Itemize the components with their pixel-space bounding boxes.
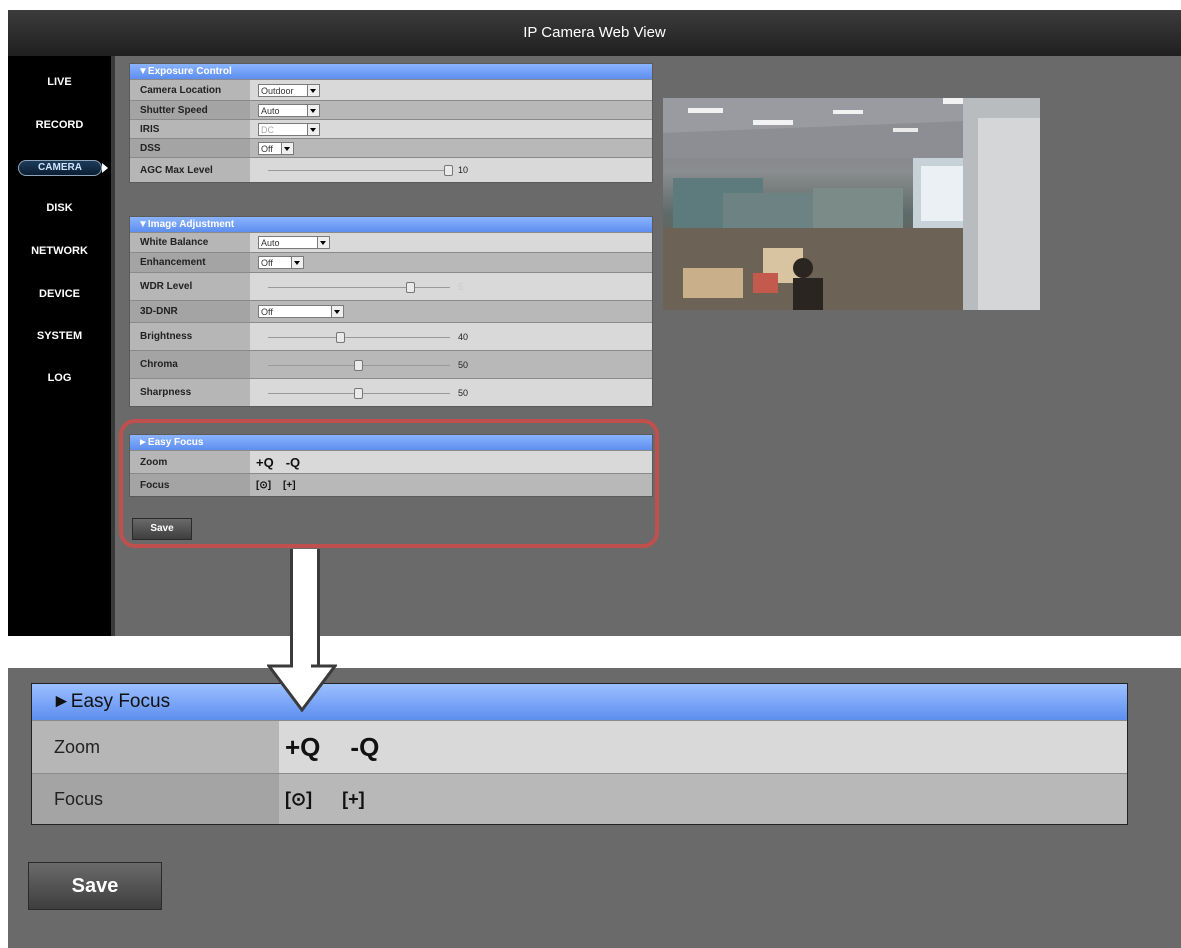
sharpness-value: 50 bbox=[458, 387, 469, 398]
sharpness-row: Sharpness 50 bbox=[130, 378, 652, 406]
3d-dnr-label: 3D-DNR bbox=[130, 301, 250, 322]
zoomed-focus-row: Focus [⊙] [+] bbox=[32, 773, 1127, 824]
exposure-control-panel: ▼Exposure Control Camera Location Outdoo… bbox=[129, 63, 653, 183]
exposure-control-header[interactable]: ▼Exposure Control bbox=[130, 64, 652, 79]
camera-location-label: Camera Location bbox=[130, 80, 250, 100]
iris-select: DC bbox=[258, 122, 320, 136]
brightness-slider-thumb[interactable] bbox=[336, 331, 345, 343]
sidebar-item-log[interactable]: LOG bbox=[8, 372, 111, 384]
dss-label: DSS bbox=[130, 139, 250, 157]
chevron-down-icon bbox=[307, 123, 319, 135]
camera-preview bbox=[663, 98, 1040, 310]
sidebar-item-network[interactable]: NETWORK bbox=[8, 245, 111, 257]
3d-dnr-row: 3D-DNR Off bbox=[130, 300, 652, 322]
sidebar-item-live[interactable]: LIVE bbox=[8, 76, 111, 88]
agc-slider[interactable] bbox=[268, 165, 453, 176]
brightness-row: Brightness 40 bbox=[130, 322, 652, 350]
sharpness-label: Sharpness bbox=[130, 379, 250, 406]
sharpness-slider[interactable] bbox=[268, 387, 450, 399]
wdr-slider-thumb bbox=[406, 281, 415, 293]
dss-row: DSS Off bbox=[130, 138, 652, 157]
white-balance-label: White Balance bbox=[130, 233, 250, 252]
sidebar-item-system[interactable]: SYSTEM bbox=[8, 330, 111, 342]
sidebar-divider bbox=[111, 56, 115, 636]
chroma-slider-thumb[interactable] bbox=[354, 359, 363, 371]
zoomed-focus-auto-icon[interactable]: [⊙] bbox=[285, 789, 312, 810]
enhancement-label: Enhancement bbox=[130, 253, 250, 272]
chevron-down-icon bbox=[291, 257, 303, 268]
chevron-down-icon bbox=[307, 84, 319, 96]
zoomed-window: ►Easy Focus Zoom +Q -Q Focus [⊙] [+] Sav… bbox=[8, 668, 1181, 948]
zoomed-zoom-label: Zoom bbox=[32, 721, 279, 773]
chevron-down-icon bbox=[307, 104, 319, 116]
zoomed-focus-label: Focus bbox=[32, 774, 279, 824]
zoomed-easy-focus-panel: ►Easy Focus Zoom +Q -Q Focus [⊙] [+] bbox=[31, 683, 1128, 825]
chroma-value: 50 bbox=[458, 359, 469, 370]
sidebar-item-disk[interactable]: DISK bbox=[8, 202, 111, 214]
callout-arrow-shaft bbox=[290, 549, 320, 669]
sidebar bbox=[8, 56, 111, 636]
agc-slider-thumb[interactable] bbox=[444, 165, 453, 176]
brightness-label: Brightness bbox=[130, 323, 250, 350]
sidebar-item-record[interactable]: RECORD bbox=[8, 119, 111, 131]
sharpness-slider-thumb[interactable] bbox=[354, 387, 363, 399]
agc-value: 10 bbox=[458, 165, 469, 175]
image-adjustment-panel: ▼Image Adjustment White Balance Auto Enh… bbox=[129, 216, 653, 407]
chroma-slider[interactable] bbox=[268, 359, 450, 371]
wdr-level-row: WDR Level 5 bbox=[130, 272, 652, 300]
zoomed-focus-near-icon[interactable]: [+] bbox=[342, 789, 365, 810]
chevron-down-icon bbox=[331, 306, 343, 317]
enhancement-select[interactable]: Off bbox=[258, 256, 304, 269]
chroma-label: Chroma bbox=[130, 351, 250, 378]
camera-location-row: Camera Location Outdoor bbox=[130, 79, 652, 100]
iris-row: IRIS DC bbox=[130, 119, 652, 138]
zoomed-zoom-row: Zoom +Q -Q bbox=[32, 720, 1127, 773]
zoomed-zoom-out-icon[interactable]: -Q bbox=[350, 732, 379, 763]
agc-max-level-label: AGC Max Level bbox=[130, 158, 250, 182]
brightness-slider[interactable] bbox=[268, 331, 450, 343]
sidebar-item-device[interactable]: DEVICE bbox=[8, 288, 111, 300]
agc-max-level-row: AGC Max Level 10 bbox=[130, 157, 652, 182]
chevron-down-icon bbox=[281, 142, 293, 154]
image-adjustment-header[interactable]: ▼Image Adjustment bbox=[130, 217, 652, 232]
brightness-value: 40 bbox=[458, 331, 469, 342]
zoomed-easy-focus-header[interactable]: ►Easy Focus bbox=[32, 684, 1127, 720]
callout-arrow-head bbox=[267, 664, 337, 712]
dss-select[interactable]: Off bbox=[258, 141, 294, 155]
enhancement-row: Enhancement Off bbox=[130, 252, 652, 272]
shutter-speed-row: Shutter Speed Auto bbox=[130, 100, 652, 119]
white-balance-row: White Balance Auto bbox=[130, 232, 652, 252]
callout-highlight bbox=[119, 419, 659, 548]
chevron-down-icon bbox=[317, 237, 329, 248]
active-arrow-icon bbox=[102, 163, 108, 173]
shutter-speed-label: Shutter Speed bbox=[130, 101, 250, 119]
zoomed-save-button[interactable]: Save bbox=[28, 862, 162, 910]
wdr-value: 5 bbox=[458, 281, 464, 292]
wdr-slider bbox=[268, 281, 450, 293]
3d-dnr-select[interactable]: Off bbox=[258, 305, 344, 318]
white-balance-select[interactable]: Auto bbox=[258, 236, 330, 249]
sidebar-item-camera[interactable]: CAMERA bbox=[18, 160, 102, 176]
shutter-speed-select[interactable]: Auto bbox=[258, 103, 320, 117]
wdr-level-label: WDR Level bbox=[130, 273, 250, 300]
iris-label: IRIS bbox=[130, 120, 250, 138]
zoomed-zoom-in-icon[interactable]: +Q bbox=[285, 732, 320, 763]
camera-location-select[interactable]: Outdoor bbox=[258, 83, 320, 97]
chroma-row: Chroma 50 bbox=[130, 350, 652, 378]
app-title: IP Camera Web View bbox=[8, 10, 1181, 56]
